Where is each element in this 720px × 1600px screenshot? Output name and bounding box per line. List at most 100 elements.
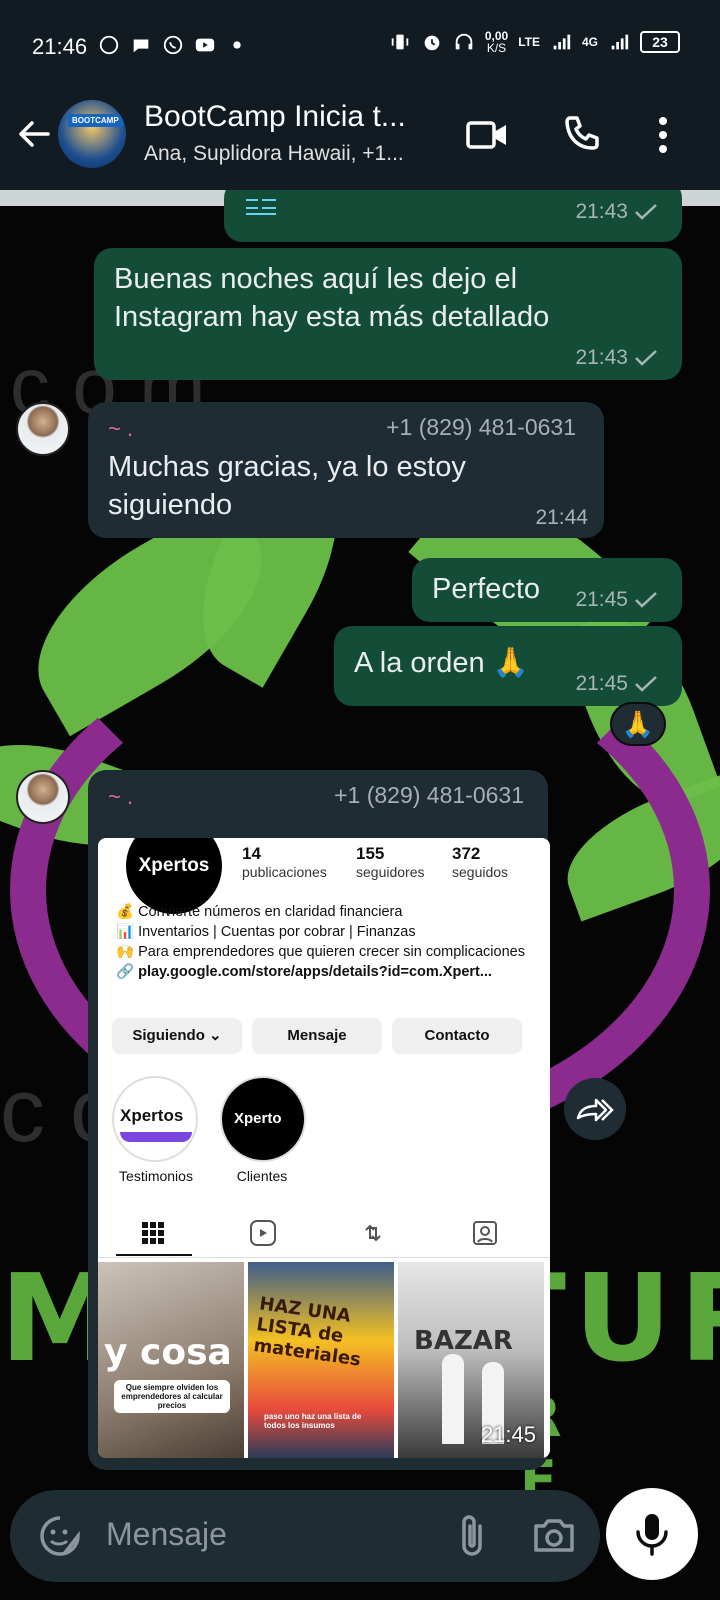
status-bar: 21:46 0,00 K/S LTE 4G 23 bbox=[0, 0, 720, 90]
message-text: A la orden 🙏 bbox=[354, 647, 529, 679]
signal-icon bbox=[553, 34, 571, 50]
stat-followers: 155 seguidores bbox=[356, 844, 425, 880]
headphones-icon bbox=[455, 33, 473, 50]
highlight-clientes: Xperto bbox=[220, 1076, 306, 1162]
grid-icon bbox=[142, 1222, 164, 1244]
alarm-icon bbox=[424, 35, 440, 51]
profile-bio: 💰 Convierte números en claridad financie… bbox=[116, 902, 536, 982]
chat-area[interactable]: c o m c o m D MYCULTURE R E 21:43 Buenas… bbox=[0, 190, 720, 1490]
message-notification-icon bbox=[133, 39, 149, 53]
stat-label: seguidores bbox=[356, 864, 425, 880]
highlight-logo: Xpertos bbox=[120, 1106, 184, 1125]
message-time: 21:45 bbox=[575, 672, 628, 695]
dot-icon bbox=[233, 41, 241, 49]
message-outgoing[interactable]: Buenas noches aquí les dejo el Instagram… bbox=[94, 248, 682, 380]
bio-line: 💰 Convierte números en claridad financie… bbox=[116, 904, 403, 920]
message-input-bar bbox=[0, 1488, 720, 1600]
profile-link-text: play.google.com/store/apps/details?id=co… bbox=[138, 964, 492, 980]
stat-value: 14 bbox=[242, 844, 261, 863]
whatsapp-icon bbox=[163, 35, 183, 55]
message-outgoing[interactable]: A la orden 🙏 21:45 bbox=[334, 626, 682, 706]
message-outgoing-partial[interactable]: 21:43 bbox=[224, 190, 682, 242]
stat-posts: 14 publicaciones bbox=[242, 844, 327, 880]
message-input[interactable] bbox=[106, 1516, 436, 1553]
sender-name: ~ . bbox=[108, 416, 134, 441]
group-avatar[interactable]: BOOTCAMP bbox=[58, 100, 126, 168]
post-caption: paso uno haz una lista de todos los insu… bbox=[264, 1412, 362, 1430]
youtube-icon bbox=[195, 38, 215, 52]
menu-lines-icon bbox=[246, 199, 276, 215]
person-figure bbox=[442, 1354, 464, 1444]
more-options-icon[interactable] bbox=[638, 110, 688, 160]
message-meta: 21:44 bbox=[535, 506, 588, 530]
signal-icon-2 bbox=[611, 34, 629, 50]
chat-notification-icon bbox=[99, 35, 119, 55]
stat-following: 372 seguidos bbox=[452, 844, 508, 880]
notification-icons bbox=[98, 34, 248, 56]
message-time: 21:45 bbox=[480, 1422, 536, 1447]
forward-icon[interactable] bbox=[564, 1078, 626, 1140]
message-composer[interactable] bbox=[10, 1490, 600, 1582]
bio-line: 🙌 Para emprendedores que quieren crecer … bbox=[116, 944, 525, 960]
message-time: 21:43 bbox=[575, 346, 628, 369]
message-incoming[interactable]: ~ . +1 (829) 481-0631 Muchas gracias, ya… bbox=[88, 402, 604, 538]
sent-check-icon bbox=[635, 350, 657, 366]
active-tab-indicator bbox=[116, 1254, 192, 1256]
stat-label: publicaciones bbox=[242, 864, 327, 880]
reels-icon bbox=[250, 1220, 276, 1246]
message-outgoing[interactable]: Perfecto 21:45 bbox=[412, 558, 682, 622]
sender-phone[interactable]: +1 (829) 481-0631 bbox=[386, 414, 576, 441]
sent-check-icon bbox=[635, 592, 657, 608]
post-thumbnail: HAZ UNA LISTA de materiales paso uno haz… bbox=[248, 1262, 394, 1458]
status-time: 21:46 bbox=[32, 34, 88, 59]
tagged-icon bbox=[473, 1221, 497, 1245]
voice-call-icon[interactable] bbox=[556, 110, 606, 160]
chat-title[interactable]: BootCamp Inicia t... bbox=[144, 100, 406, 134]
message-meta: 21:45 bbox=[575, 588, 658, 612]
sender-phone[interactable]: +1 (829) 481-0631 bbox=[334, 782, 524, 809]
lte-label: LTE bbox=[518, 35, 540, 49]
post-title: y cosa bbox=[104, 1332, 232, 1373]
message-time: 21:45 bbox=[575, 588, 628, 611]
message-meta: 21:43 bbox=[575, 346, 658, 370]
profile-tabs bbox=[98, 1208, 550, 1258]
back-arrow-icon[interactable] bbox=[14, 114, 54, 154]
voice-record-button[interactable] bbox=[606, 1488, 698, 1580]
post-title: HAZ UNA LISTA de materiales bbox=[252, 1293, 363, 1371]
net-speed-unit: K/S bbox=[486, 41, 507, 55]
sender-avatar[interactable] bbox=[16, 770, 70, 824]
microphone-icon bbox=[636, 1514, 668, 1556]
highlight-label: Clientes bbox=[236, 1168, 288, 1184]
message-text: Perfecto bbox=[432, 573, 540, 605]
sent-check-icon bbox=[635, 204, 657, 220]
chat-participants[interactable]: Ana, Suplidora Hawaii, +1... bbox=[144, 142, 404, 166]
highlight-logo: Xperto bbox=[234, 1110, 282, 1127]
camera-icon[interactable] bbox=[530, 1512, 578, 1560]
following-button: Siguiendo ⌄ bbox=[112, 1018, 242, 1054]
post-caption: Que siempre olviden los emprendedores al… bbox=[114, 1380, 230, 1413]
message-reaction[interactable]: 🙏 bbox=[610, 702, 666, 746]
message-meta: 21:43 bbox=[575, 200, 658, 224]
sender-name: ~ . bbox=[108, 784, 134, 809]
net-speed: 0,00 K/S bbox=[485, 30, 508, 54]
instagram-profile-screenshot[interactable]: Xpertos 14 publicaciones 155 seguidores 37… bbox=[98, 838, 550, 1458]
sender-avatar[interactable] bbox=[16, 402, 70, 456]
highlight-label: Testimonios bbox=[119, 1168, 193, 1184]
sent-check-icon bbox=[635, 676, 657, 692]
highlight-accent bbox=[120, 1132, 192, 1142]
highlight-testimonios: Xpertos bbox=[112, 1076, 198, 1162]
message-time: 21:44 bbox=[535, 506, 588, 529]
repost-icon bbox=[365, 1224, 381, 1242]
message-text: Buenas noches aquí les dejo el Instagram… bbox=[114, 263, 550, 333]
video-call-icon[interactable] bbox=[462, 110, 512, 160]
4g-label: 4G bbox=[581, 35, 598, 49]
group-avatar-label: BOOTCAMP bbox=[68, 114, 123, 127]
stat-label: seguidos bbox=[452, 864, 509, 880]
battery-indicator: 23 bbox=[640, 31, 680, 53]
post-title: BAZAR bbox=[414, 1326, 513, 1356]
message-meta: 21:45 bbox=[575, 672, 658, 696]
bio-line: 📊 Inventarios | Cuentas por cobrar | Fin… bbox=[116, 924, 416, 940]
sticker-emoji-icon[interactable] bbox=[38, 1514, 82, 1558]
attach-clip-icon[interactable] bbox=[450, 1512, 494, 1560]
profile-link: 🔗 play.google.com/store/apps/details?id=… bbox=[116, 964, 492, 980]
